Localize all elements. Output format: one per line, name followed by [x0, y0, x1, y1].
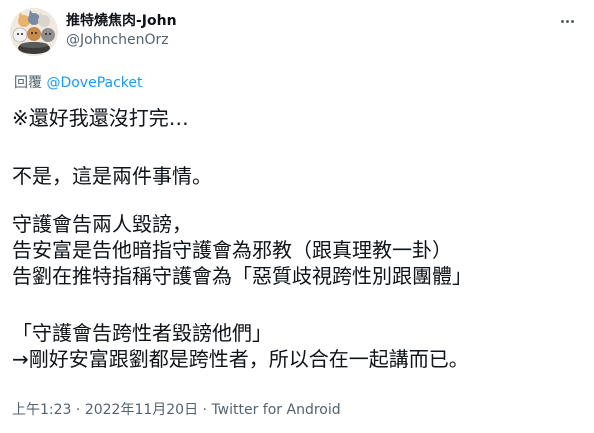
more-dot-icon [566, 20, 569, 23]
tweet-date[interactable]: 2022年11月20日 [85, 402, 198, 418]
cartoon-cats-icon [10, 8, 58, 56]
tweet-source-link[interactable]: Twitter for Android [211, 402, 340, 418]
meta-separator: · [202, 402, 207, 418]
tweet: 推特燒焦肉-John @JohnchenOrz 回覆 @DovePacket ※… [0, 0, 594, 433]
reply-mention-link[interactable]: @DovePacket [46, 75, 142, 91]
more-dot-icon [561, 20, 564, 23]
meta-separator: · [75, 402, 81, 418]
author-handle[interactable]: @JohnchenOrz [66, 32, 169, 48]
more-dot-icon [571, 20, 574, 23]
reply-prefix: 回覆 [14, 75, 42, 91]
tweet-line: 守護會告兩人毀謗， [12, 212, 192, 236]
tweet-line: 告安富是告他暗指守護會為邪教（跟真理教一卦） [12, 238, 452, 262]
tweet-line: 「守護會告跨性者毀謗他們」 [12, 321, 272, 345]
tweet-time[interactable]: 上午1:23 [12, 402, 71, 418]
author-display-name[interactable]: 推特燒焦肉-John [66, 13, 177, 29]
tweet-line: 告劉在推特指稱守護會為「惡質歧視跨性別跟團體」 [12, 264, 472, 288]
reply-context: 回覆 @DovePacket [14, 72, 143, 92]
tweet-meta: 上午1:23 · 2022年11月20日 · Twitter for Andro… [12, 399, 341, 419]
tweet-line: 不是，這是兩件事情。 [12, 164, 212, 188]
tweet-line: ※還好我還沒打完… [12, 106, 189, 130]
tweet-line: →剛好安富跟劉都是跨性者，所以合在一起講而已。 [12, 347, 469, 371]
more-options-button[interactable] [560, 8, 584, 26]
avatar[interactable] [10, 8, 58, 56]
author-name-row[interactable]: 推特燒焦肉-John [66, 10, 177, 29]
